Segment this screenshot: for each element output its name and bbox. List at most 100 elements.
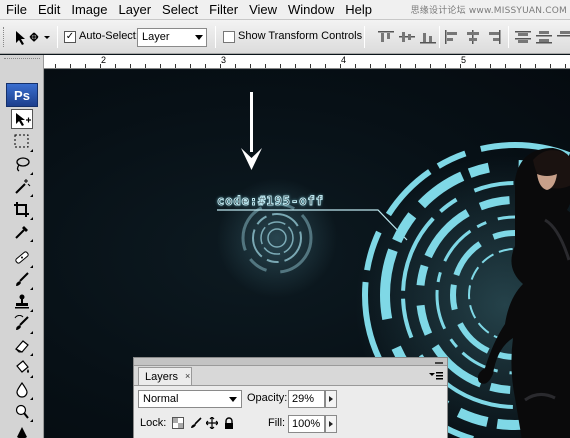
lock-transparency-button[interactable] bbox=[172, 417, 184, 429]
menu-filter[interactable]: Filter bbox=[203, 2, 238, 17]
arrow-down-icon bbox=[241, 92, 262, 170]
tab-layers-label: Layers bbox=[145, 371, 179, 383]
distribute-vertical-centers-button[interactable] bbox=[536, 30, 552, 44]
code-label-text: code:#195-off bbox=[217, 194, 324, 209]
align-vertical-centers-button[interactable] bbox=[399, 30, 415, 44]
ruler-tick bbox=[565, 64, 566, 68]
panel-titlebar[interactable] bbox=[134, 358, 447, 366]
ruler-tick bbox=[415, 64, 416, 68]
tool-preset-picker[interactable] bbox=[12, 28, 52, 48]
crop-icon bbox=[14, 202, 29, 217]
menu-help[interactable]: Help bbox=[339, 2, 372, 17]
menu-edit[interactable]: Edit bbox=[32, 2, 60, 17]
history-brush-icon bbox=[14, 315, 29, 330]
ruler-tick bbox=[355, 64, 356, 68]
align-left-icon bbox=[445, 30, 457, 44]
distribute-bottom-icon bbox=[557, 31, 570, 37]
fill-slider-button[interactable] bbox=[325, 415, 337, 433]
checkerboard-icon bbox=[172, 417, 184, 429]
clone-stamp-tool[interactable] bbox=[11, 292, 33, 312]
align-right-edges-button[interactable] bbox=[486, 30, 502, 44]
distribute-vcenter-icon bbox=[536, 31, 552, 44]
ruler-label: 4 bbox=[341, 55, 347, 65]
menu-select[interactable]: Select bbox=[156, 2, 198, 17]
ruler-tick bbox=[295, 64, 296, 68]
show-transform-checkbox[interactable] bbox=[223, 31, 235, 43]
chevron-down-icon bbox=[229, 397, 237, 402]
opacity-slider-button[interactable] bbox=[325, 390, 337, 408]
ruler-tick bbox=[385, 64, 386, 68]
ruler-tick bbox=[55, 64, 56, 68]
menu-image[interactable]: Image bbox=[65, 2, 107, 17]
ruler-tick bbox=[190, 64, 191, 68]
horizontal-ruler[interactable]: 2 3 4 5 bbox=[44, 55, 570, 69]
dodge-tool[interactable] bbox=[11, 402, 33, 422]
ruler-label: 2 bbox=[101, 55, 107, 65]
crop-tool[interactable] bbox=[11, 200, 33, 220]
lock-all-button[interactable] bbox=[223, 417, 235, 429]
lock-pixels-button[interactable] bbox=[190, 417, 202, 429]
lock-icon bbox=[225, 417, 233, 429]
minimize-icon[interactable] bbox=[435, 359, 443, 364]
eyedropper-tool[interactable] bbox=[11, 222, 33, 242]
menu-bar: File Edit Image Layer Select Filter View… bbox=[0, 0, 570, 20]
ruler-tick bbox=[535, 64, 536, 68]
toolbox-grip[interactable] bbox=[4, 58, 40, 61]
menu-file[interactable]: File bbox=[0, 2, 27, 17]
ruler-tick bbox=[280, 64, 281, 68]
ruler-tick bbox=[205, 64, 206, 68]
panel-menu-button[interactable] bbox=[428, 370, 444, 382]
ruler-tick bbox=[145, 64, 146, 68]
ruler-tick bbox=[400, 64, 401, 68]
align-bottom-icon bbox=[420, 33, 436, 44]
menu-window[interactable]: Window bbox=[282, 2, 334, 17]
bandage-icon bbox=[15, 251, 29, 264]
ruler-tick bbox=[550, 64, 551, 68]
align-horizontal-centers-button[interactable] bbox=[465, 30, 481, 44]
align-bottom-edges-button[interactable] bbox=[420, 30, 436, 44]
history-brush-tool[interactable] bbox=[11, 314, 33, 334]
blend-mode-select[interactable]: Normal bbox=[138, 390, 242, 408]
align-top-edges-button[interactable] bbox=[378, 30, 394, 44]
ruler-tick bbox=[520, 64, 521, 68]
photoshop-logo[interactable]: Ps bbox=[6, 83, 38, 107]
pen-icon bbox=[17, 427, 27, 438]
ruler-tick bbox=[430, 64, 431, 68]
toolbox: Ps bbox=[0, 55, 44, 438]
magic-wand-tool[interactable] bbox=[11, 177, 33, 197]
ruler-tick bbox=[475, 64, 476, 68]
autoselect-target-select[interactable]: Layer bbox=[137, 28, 207, 47]
distribute-bottom-edges-button[interactable] bbox=[557, 30, 570, 44]
distribute-top-edges-button[interactable] bbox=[515, 30, 531, 44]
options-bar-grip[interactable] bbox=[3, 27, 6, 47]
paint-bucket-icon bbox=[16, 360, 29, 373]
menu-layer[interactable]: Layer bbox=[113, 2, 152, 17]
eyedropper-icon bbox=[15, 226, 28, 239]
align-top-icon bbox=[378, 31, 394, 42]
pen-tool[interactable] bbox=[11, 424, 33, 438]
marquee-icon bbox=[14, 134, 29, 148]
marquee-tool[interactable] bbox=[11, 132, 33, 152]
lock-position-button[interactable] bbox=[205, 416, 219, 430]
opacity-input[interactable]: 29% bbox=[288, 390, 325, 408]
lasso-tool[interactable] bbox=[11, 155, 33, 175]
close-icon[interactable]: × bbox=[185, 371, 190, 381]
autoselect-checkbox[interactable]: ✓ bbox=[64, 31, 76, 43]
brush-icon bbox=[191, 417, 202, 428]
move-icon bbox=[205, 416, 219, 430]
blur-tool[interactable] bbox=[11, 380, 33, 400]
align-hcenter-icon bbox=[467, 30, 479, 44]
paint-bucket-tool[interactable] bbox=[11, 358, 33, 378]
tab-layers[interactable]: Layers × bbox=[138, 367, 192, 386]
blend-mode-value: Normal bbox=[143, 393, 179, 405]
eraser-tool[interactable] bbox=[11, 336, 33, 356]
brush-tool[interactable] bbox=[11, 270, 33, 290]
ruler-tick bbox=[70, 64, 71, 68]
fill-input[interactable]: 100% bbox=[288, 415, 325, 433]
move-tool[interactable] bbox=[11, 109, 33, 129]
healing-brush-tool[interactable] bbox=[11, 248, 33, 268]
align-left-edges-button[interactable] bbox=[444, 30, 460, 44]
fill-label: Fill: bbox=[268, 417, 286, 429]
move-icon bbox=[16, 31, 50, 45]
menu-view[interactable]: View bbox=[243, 2, 277, 17]
